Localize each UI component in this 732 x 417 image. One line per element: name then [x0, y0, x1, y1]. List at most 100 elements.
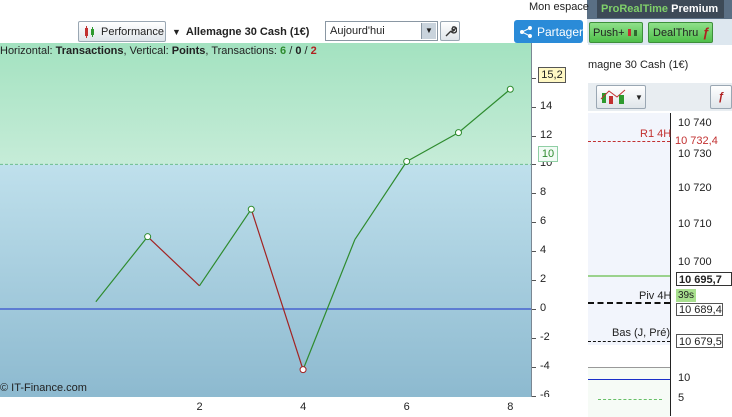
piv-price-badge: 10 689,4 — [676, 303, 723, 316]
header-sep: / — [301, 45, 311, 57]
lower-pane — [588, 367, 670, 417]
prorealtime-label: ProRealTime — [601, 3, 669, 15]
order-bar: Push+ DealThru ƒ — [587, 19, 732, 45]
x-tick-label: 2 — [196, 401, 203, 413]
period-select[interactable]: Aujourd'hui ▼ — [325, 21, 438, 41]
trade-marker[interactable] — [144, 233, 152, 241]
panel-tools: ▼ ƒ — [588, 83, 732, 111]
x-axis: 2 4 6 8 — [0, 397, 588, 416]
r1-price-badge: 10 732,4 — [675, 135, 718, 147]
y-tick-mark — [532, 280, 536, 282]
instrument-selector[interactable]: ▼ Allemagne 30 Cash (1€) — [172, 23, 309, 41]
settings-button[interactable] — [440, 21, 460, 41]
push-button[interactable]: Push+ — [589, 22, 643, 43]
y-tick-label: 8 — [540, 186, 547, 199]
panel-title: magne 30 Cash (1€) — [588, 59, 689, 71]
price-tick-label: 10 730 — [678, 148, 712, 160]
price-scale-area — [588, 113, 670, 345]
y-axis: 1614121086420-2-4-6 — [532, 43, 588, 401]
bas-label: Bas (J, Pré) — [612, 327, 671, 339]
y-tick-label: 12 — [540, 128, 553, 141]
lower-pane-dash — [598, 399, 662, 400]
performance-label: Performance — [101, 25, 164, 38]
price-tick-label: 10 700 — [678, 256, 712, 268]
indicators-icon — [600, 89, 626, 104]
trade-marker[interactable] — [506, 85, 514, 93]
instrument-label: Allemagne 30 Cash (1€) — [185, 26, 310, 38]
header-sep: / — [286, 45, 296, 57]
performance-chart[interactable] — [0, 43, 540, 400]
header-horizontal-value: Transactions — [55, 45, 124, 57]
performance-button[interactable]: Performance — [78, 21, 166, 42]
price-scale-border — [670, 113, 671, 416]
y-tick-label: 14 — [540, 99, 553, 112]
trade-marker[interactable] — [403, 158, 411, 166]
dealthru-icon: ƒ — [702, 25, 710, 40]
premium-label: Premium — [671, 3, 719, 15]
chevron-down-icon: ▼ — [421, 23, 436, 39]
y-tick-label: -4 — [540, 359, 550, 372]
header-transactions-red: 2 — [310, 45, 317, 57]
price-panel: magne 30 Cash (1€) ▼ ƒ R1 4H Piv 4H Bas … — [588, 45, 732, 417]
candlestick-icon — [627, 29, 637, 36]
r1-label: R1 4H — [640, 128, 672, 140]
current-price-badge: 10 695,7 — [676, 272, 732, 286]
trade-marker[interactable] — [299, 366, 307, 374]
prorealtime-badge[interactable]: ProRealTime Premium — [597, 0, 724, 18]
piv-label: Piv 4H — [639, 290, 672, 302]
period-value: Aujourd'hui — [330, 25, 385, 37]
share-button[interactable]: Partager — [514, 20, 583, 43]
lower-pane-line — [588, 379, 670, 380]
y-tick-mark — [532, 77, 536, 79]
candlestick-icon — [85, 25, 94, 38]
toolbar: Performance ▼ Allemagne 30 Cash (1€) Auj… — [0, 0, 587, 45]
x-tick-label: 8 — [507, 401, 514, 413]
trade-marker[interactable] — [454, 129, 462, 137]
signal-button[interactable]: ƒ — [710, 85, 732, 109]
y-tick-mark — [532, 164, 536, 166]
dropdown-arrow-icon: ▼ — [172, 27, 181, 37]
price-tick-label: 10 740 — [678, 117, 712, 129]
copyright-label: © IT-Finance.com — [0, 382, 87, 394]
above-target-zone — [0, 43, 532, 165]
bas-line — [588, 341, 670, 342]
x-tick-label: 4 — [300, 401, 307, 413]
wrench-icon — [445, 25, 457, 36]
push-label: Push+ — [593, 26, 625, 39]
target-value-badge: 10 — [538, 146, 558, 162]
price-tick-label: 10 720 — [678, 182, 712, 194]
y-tick-label: -2 — [540, 330, 550, 343]
share-label: Partager — [536, 24, 583, 39]
below-target-zone — [0, 164, 532, 400]
y-tick-mark — [532, 106, 536, 108]
chart-header: Horizontal: Transactions, Vertical: Poin… — [0, 45, 317, 59]
lower-tick-label: 10 — [678, 372, 691, 384]
last-value-badge: 15,2 — [538, 67, 566, 83]
lower-tick-label: 5 — [678, 392, 685, 404]
y-tick-label: 4 — [540, 244, 547, 257]
header-vertical-prefix: , Vertical: — [123, 45, 172, 57]
mon-espace-link[interactable]: Mon espace — [529, 1, 589, 13]
piv-line — [588, 302, 670, 304]
dealthru-button[interactable]: DealThru ƒ — [648, 22, 713, 43]
trade-marker[interactable] — [247, 205, 255, 213]
y-tick-label: 6 — [540, 215, 547, 228]
r1-line — [588, 141, 670, 142]
x-tick-label: 6 — [403, 401, 410, 413]
header-vertical-value: Points — [171, 45, 206, 57]
y-tick-mark — [532, 135, 536, 137]
dealthru-label: DealThru — [653, 26, 699, 39]
header-horizontal-prefix: Horizontal: — [0, 45, 56, 57]
price-tick-label: 10 710 — [678, 218, 712, 230]
y-tick-mark — [532, 251, 536, 253]
y-tick-mark — [532, 222, 536, 224]
y-tick-mark — [532, 308, 536, 310]
chevron-down-icon: ▼ — [635, 92, 643, 102]
countdown-badge: 39s — [676, 289, 696, 302]
chart-type-button[interactable]: ▼ — [596, 85, 646, 109]
y-tick-label: 0 — [540, 301, 547, 314]
current-price-line — [588, 275, 670, 277]
header-transactions-prefix: , Transactions: — [205, 45, 281, 57]
bas-price-badge: 10 679,5 — [676, 334, 723, 348]
y-tick-mark — [532, 337, 536, 339]
